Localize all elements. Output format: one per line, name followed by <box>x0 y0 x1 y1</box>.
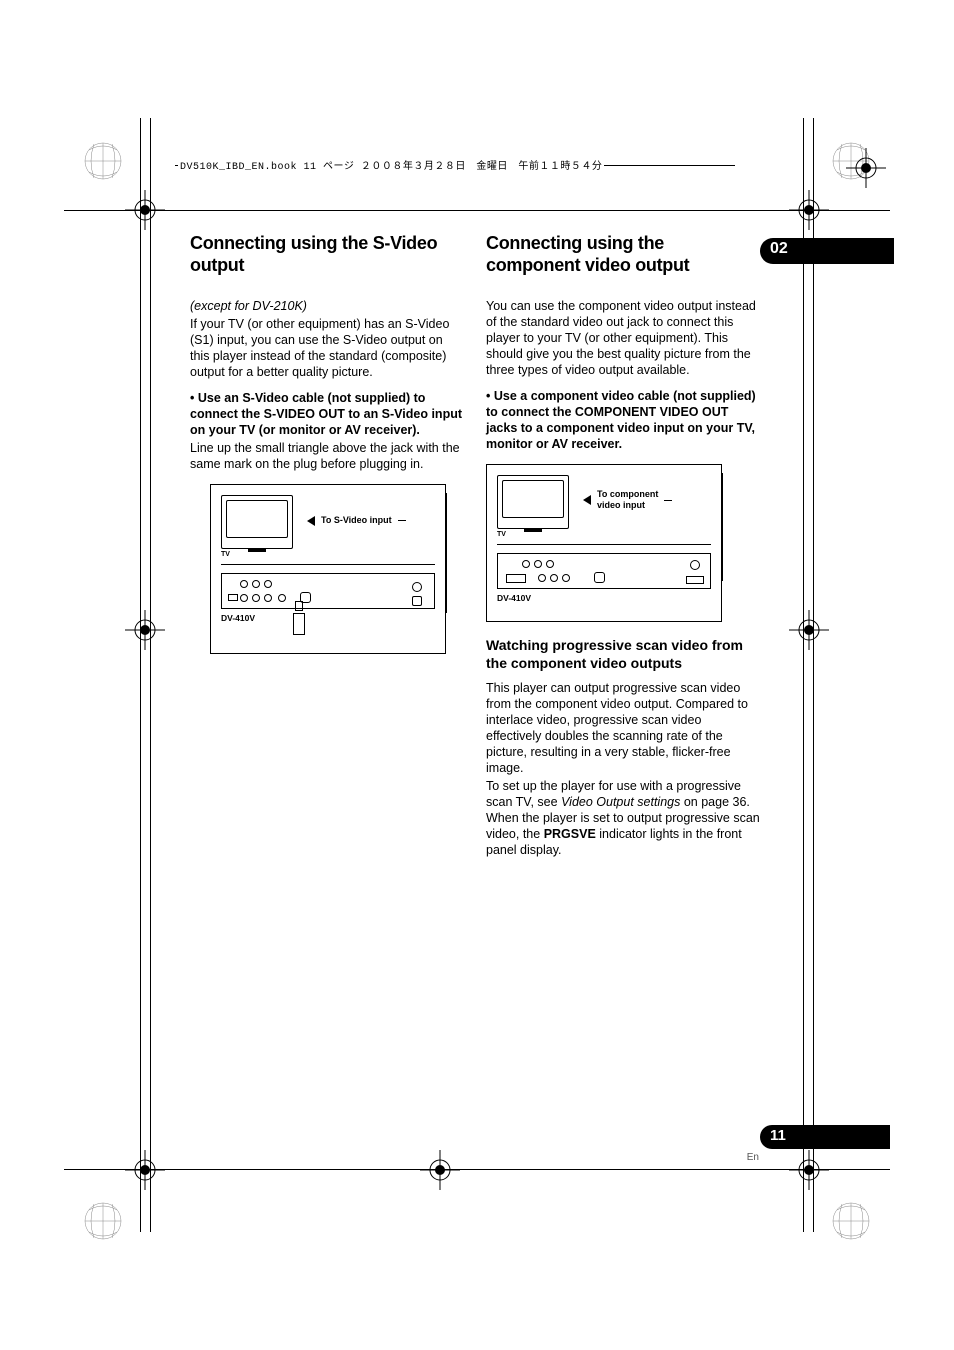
player-back-panel <box>221 573 435 609</box>
regmark-br <box>789 1150 829 1190</box>
component-diagram: TV To component video input <box>486 464 722 622</box>
cropline-v-right2 <box>803 118 804 1232</box>
component-bullet-text: Use a component video cable (not supplie… <box>486 389 756 451</box>
heading-component: Connecting using the component video out… <box>486 232 760 276</box>
header-bookmark-text: DV510K_IBD_EN.book 11 ページ ２００８年３月２８日 金曜日… <box>178 157 604 173</box>
svideo-p2: Line up the small triangle above the jac… <box>190 440 464 472</box>
arrow-left-icon-2 <box>583 495 591 505</box>
p3-bold: PRGSVE <box>544 827 596 841</box>
left-column: Connecting using the S-Video output (exc… <box>190 232 464 858</box>
svideo-input-label: To S-Video input <box>321 515 392 526</box>
cropline-v-left2 <box>150 118 151 1232</box>
right-column: Connecting using the component video out… <box>486 232 760 858</box>
svideo-diagram: TV To S-Video input <box>210 484 446 654</box>
component-bullet: • Use a component video cable (not suppl… <box>486 388 760 452</box>
lead-vline-2 <box>722 473 723 581</box>
cropline-h-bot <box>64 1169 890 1170</box>
print-globe-br <box>832 1202 870 1240</box>
arrow-left-icon <box>307 516 315 526</box>
tv-icon: TV <box>221 495 293 558</box>
component-p1: You can use the component video output i… <box>486 298 760 378</box>
svideo-p1: If your TV (or other equipment) has an S… <box>190 316 464 380</box>
regmark-t <box>846 148 886 188</box>
lead-line-2 <box>664 500 672 501</box>
cropline-v-left1 <box>140 118 141 1232</box>
model-label-2: DV-410V <box>497 593 711 603</box>
svideo-bullet: • Use an S-Video cable (not supplied) to… <box>190 390 464 438</box>
tv-label-2: TV <box>497 531 569 538</box>
page-number: 11 <box>770 1127 786 1144</box>
cropline-h-top <box>64 210 890 211</box>
p3-italic: Video Output settings <box>561 795 680 809</box>
except-note: (except for DV-210K) <box>190 298 464 314</box>
print-globe-bl <box>84 1202 122 1240</box>
lead-arrow-row: To S-Video input <box>307 515 406 526</box>
lead-line <box>398 520 406 521</box>
progressive-p2: To set up the player for use with a prog… <box>486 778 760 858</box>
heading-svideo: Connecting using the S-Video output <box>190 232 464 276</box>
content-area: Connecting using the S-Video output (exc… <box>190 232 760 858</box>
tv-label: TV <box>221 551 293 558</box>
bullet-dot: • <box>190 391 198 405</box>
regmark-l <box>125 610 165 650</box>
component-lead-label: To component video input <box>597 489 658 511</box>
progressive-p1: This player can output progressive scan … <box>486 680 760 776</box>
divider <box>221 564 435 565</box>
regmark-bl <box>125 1150 165 1190</box>
tv-icon-2: TV <box>497 475 569 538</box>
cable-icon <box>293 601 305 635</box>
svideo-bullet-text: Use an S-Video cable (not supplied) to c… <box>190 391 462 437</box>
language-label: En <box>747 1152 759 1163</box>
bullet-dot-2: • <box>486 389 494 403</box>
page-badge: 11 <box>760 1125 890 1149</box>
print-globe-tl <box>84 142 122 180</box>
model-label: DV-410V <box>221 613 435 623</box>
chapter-number: 02 <box>770 240 788 258</box>
regmark-r <box>789 610 829 650</box>
regmark-bc <box>420 1150 460 1190</box>
chapter-badge: 02 <box>760 238 890 264</box>
heading-progressive: Watching progressive scan video from the… <box>486 636 760 672</box>
lead-vline <box>446 493 447 613</box>
player-back-panel-2 <box>497 553 711 589</box>
lead-arrow-row-2: To component video input <box>583 489 672 511</box>
cropline-v-right1 <box>813 118 814 1232</box>
divider-2 <box>497 544 711 545</box>
